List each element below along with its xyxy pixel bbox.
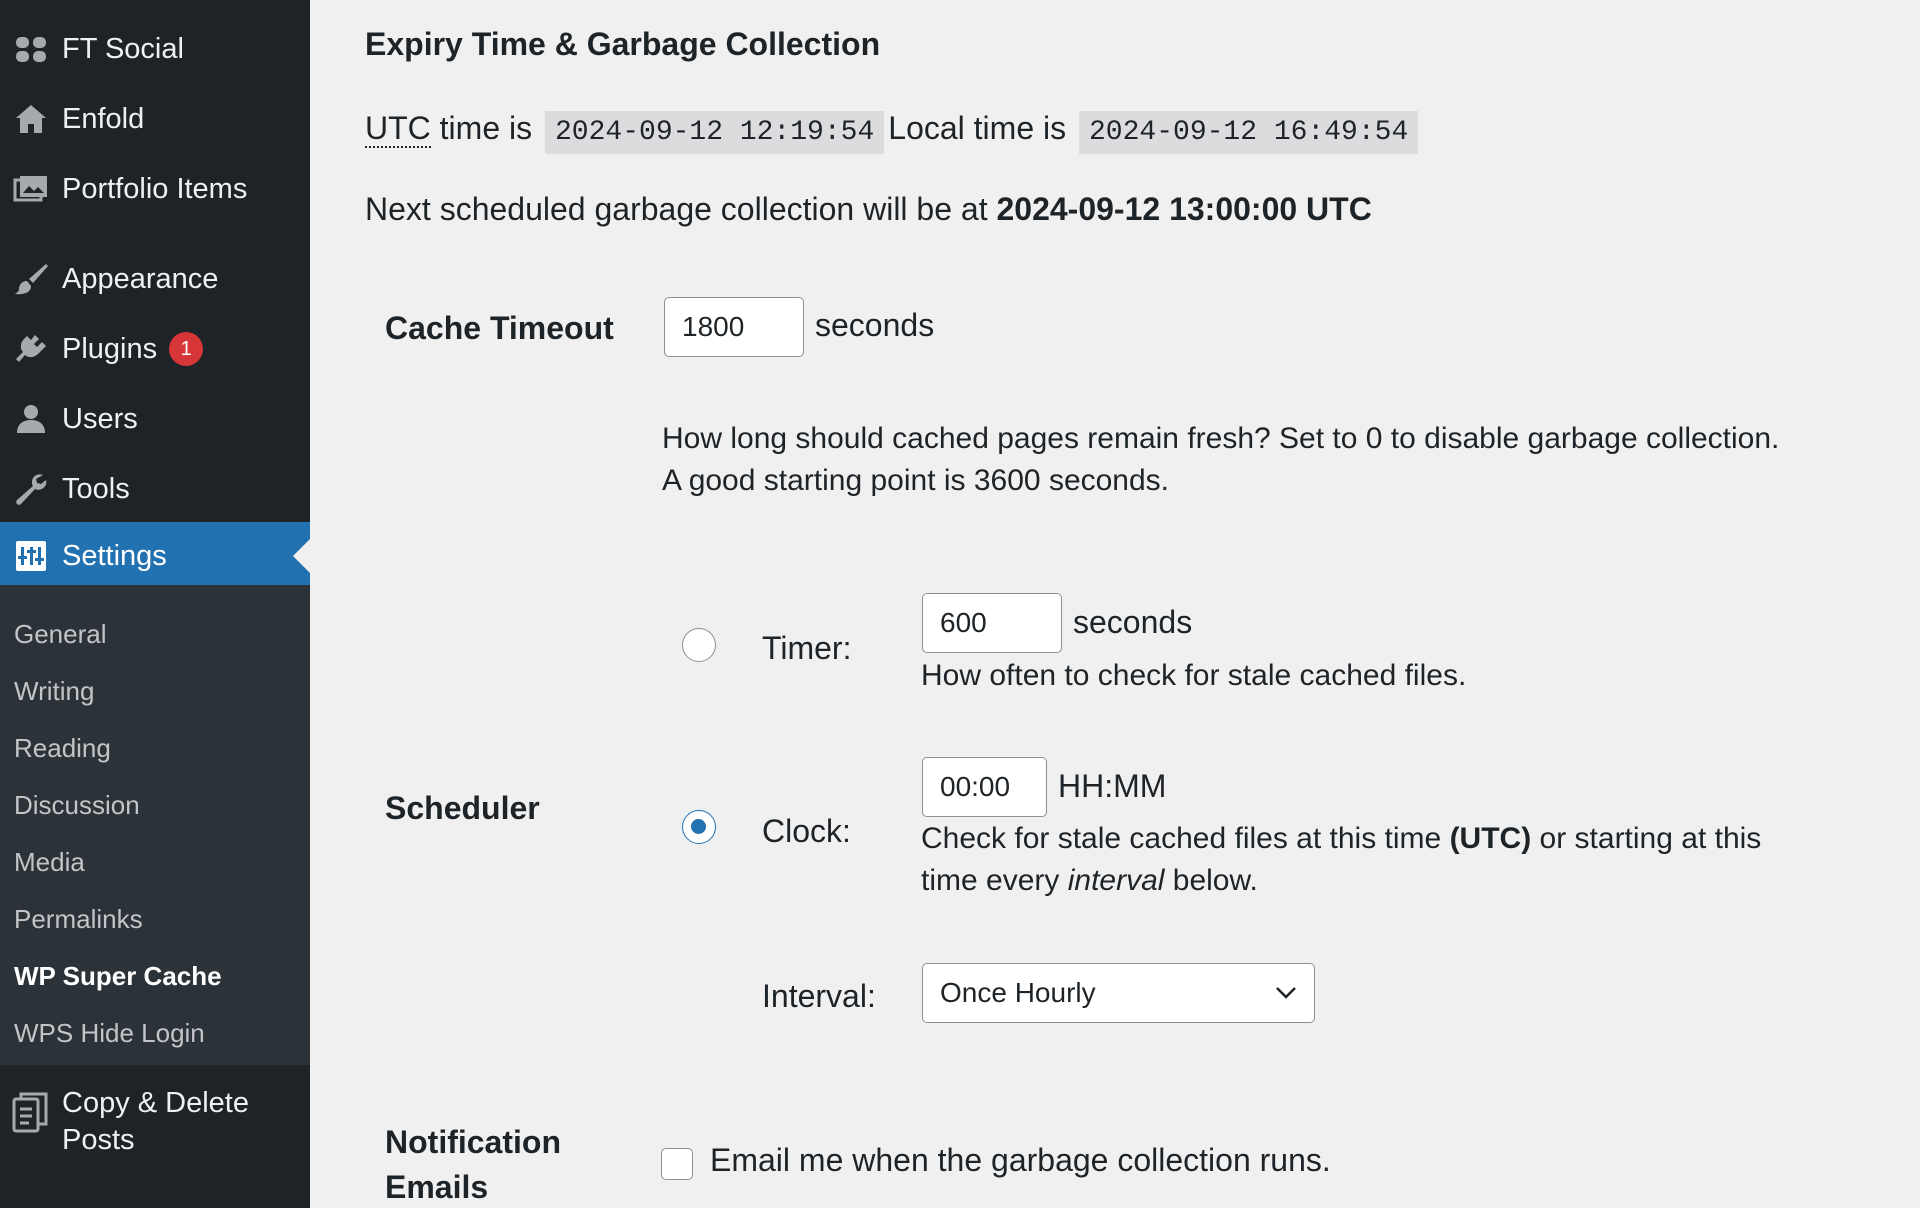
menu-item-label-line1: Copy & Delete (62, 1087, 249, 1119)
settings-submenu: General Writing Reading Discussion Media… (0, 585, 310, 1065)
utc-abbr: UTC (365, 110, 431, 148)
plugin-update-badge: 1 (169, 332, 204, 366)
utc-time-value: 2024-09-12 12:19:54 (545, 111, 885, 154)
utc-prefix: time is (430, 110, 533, 146)
local-time-value: 2024-09-12 16:49:54 (1079, 111, 1419, 154)
clock-desc-line2-a: time every (921, 864, 1068, 897)
clock-label: Clock: (762, 813, 851, 849)
menu-item-appearance[interactable]: Appearance (0, 245, 310, 313)
menu-item-label: Tools (62, 472, 130, 505)
interval-selected-value: Once Hourly (940, 977, 1096, 1008)
notification-label-line2: Emails (385, 1169, 489, 1205)
notification-email-checkbox[interactable] (661, 1148, 693, 1180)
submenu-item-media[interactable]: Media (14, 847, 85, 878)
cache-timeout-label: Cache Timeout (385, 310, 614, 346)
menu-item-enfold[interactable]: Enfold (0, 85, 310, 153)
clock-input[interactable] (922, 757, 1047, 817)
chevron-down-icon (1276, 987, 1296, 999)
section-title: Expiry Time & Garbage Collection (365, 26, 881, 62)
timer-description: How often to check for stale cached file… (921, 659, 1467, 692)
cache-timeout-desc-line1: How long should cached pages remain fres… (662, 422, 1780, 455)
menu-item-label: Plugins (62, 332, 158, 365)
menu-item-label: Enfold (62, 102, 145, 135)
timer-label: Timer: (762, 630, 852, 666)
menu-item-plugins[interactable]: Plugins 1 (0, 315, 310, 383)
cache-timeout-unit: seconds (815, 307, 935, 343)
menu-item-users[interactable]: Users (0, 385, 310, 453)
user-icon (0, 401, 62, 437)
menu-item-label: Users (62, 402, 138, 435)
timer-unit: seconds (1073, 604, 1193, 640)
menu-item-copy-delete-posts[interactable]: Copy & Delete Posts (0, 1075, 310, 1208)
interval-select[interactable]: Once Hourly (922, 963, 1315, 1023)
menu-item-ft-social[interactable]: FT Social (0, 15, 310, 83)
settings-icon (0, 538, 62, 574)
plugin-icon (0, 331, 62, 367)
wrench-icon (0, 471, 62, 507)
clock-radio[interactable] (682, 810, 716, 844)
submenu-item-general[interactable]: General (14, 619, 107, 650)
home-icon (0, 101, 62, 137)
clock-desc-line2-b: below. (1164, 864, 1258, 897)
notification-emails-label: Notification Emails (385, 1120, 561, 1208)
next-gc-prefix: Next scheduled garbage collection will b… (365, 191, 997, 227)
current-menu-arrow (293, 539, 310, 573)
clock-desc-line2-em: interval (1067, 864, 1165, 897)
clock-desc-part2: or starting at this (1531, 822, 1762, 855)
timer-input[interactable] (922, 593, 1062, 653)
next-gc-value: 2024-09-12 13:00:00 UTC (996, 191, 1372, 227)
clock-description: Check for stale cached files at this tim… (921, 818, 1761, 902)
cache-timeout-input[interactable] (664, 297, 804, 357)
notification-email-checkbox-label[interactable]: Email me when the garbage collection run… (710, 1142, 1331, 1179)
submenu-item-discussion[interactable]: Discussion (14, 790, 140, 821)
menu-item-tools[interactable]: Tools (0, 455, 310, 523)
cache-timeout-description: How long should cached pages remain fres… (662, 418, 1779, 502)
timer-radio[interactable] (682, 628, 716, 662)
next-gc-info: Next scheduled garbage collection will b… (365, 191, 1372, 228)
portfolio-icon (0, 171, 62, 207)
menu-item-settings[interactable]: Settings (0, 522, 310, 590)
submenu-item-wp-super-cache[interactable]: WP Super Cache (14, 961, 222, 992)
submenu-item-reading[interactable]: Reading (14, 733, 111, 764)
menu-item-portfolio-items[interactable]: Portfolio Items (0, 155, 310, 223)
settings-content: Expiry Time & Garbage Collection UTC tim… (310, 0, 1920, 1208)
paintbrush-icon (0, 261, 62, 297)
time-info: UTC time is 2024-09-12 12:19:54 Local tim… (365, 110, 1422, 154)
clock-desc-bold: (UTC) (1449, 822, 1532, 855)
copy-delete-icon (0, 1085, 62, 1135)
admin-sidebar: FT Social Enfold Portfolio Items Appeara… (0, 0, 310, 1208)
clock-unit: HH:MM (1058, 768, 1167, 804)
ft-social-icon (0, 31, 62, 67)
submenu-item-permalinks[interactable]: Permalinks (14, 904, 143, 935)
local-prefix: Local time is (888, 110, 1067, 146)
menu-item-label-line2: Posts (62, 1124, 135, 1156)
menu-item-label: Settings (62, 539, 167, 572)
cache-timeout-desc-line2: A good starting point is 3600 seconds. (662, 464, 1170, 497)
menu-item-label: Portfolio Items (62, 172, 248, 205)
menu-item-label: FT Social (62, 32, 184, 65)
interval-label: Interval: (762, 978, 876, 1014)
submenu-item-writing[interactable]: Writing (14, 676, 94, 707)
notification-label-line1: Notification (385, 1124, 561, 1160)
submenu-item-wps-hide-login[interactable]: WPS Hide Login (14, 1018, 205, 1049)
scheduler-label: Scheduler (385, 790, 540, 826)
clock-desc-part1: Check for stale cached files at this tim… (921, 822, 1450, 855)
menu-item-label: Appearance (62, 262, 219, 295)
